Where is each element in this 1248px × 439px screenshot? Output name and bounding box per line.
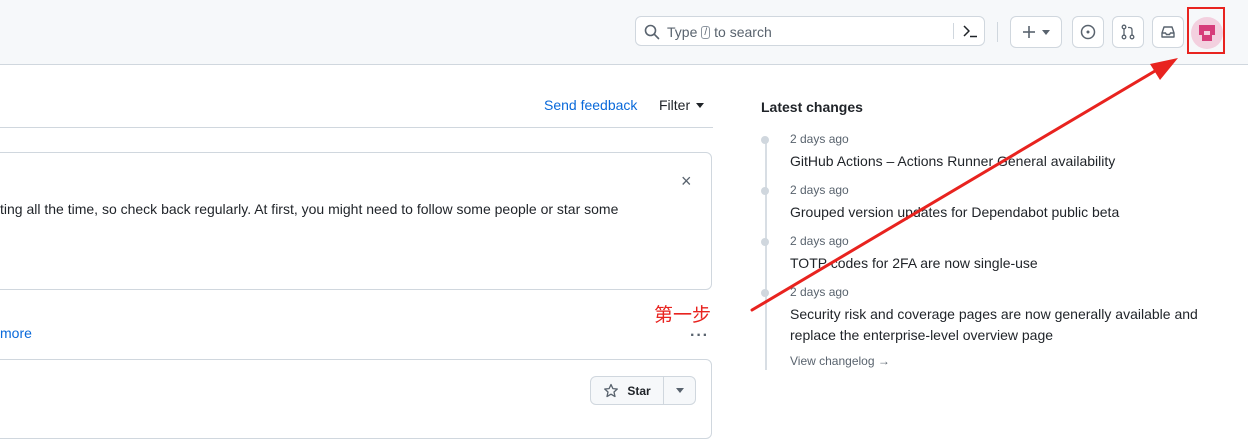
changelog-item: 2 days ago TOTP codes for 2FA are now si… bbox=[761, 234, 1201, 274]
inbox-button[interactable] bbox=[1152, 16, 1184, 48]
close-icon[interactable]: × bbox=[681, 172, 692, 190]
command-palette-icon[interactable] bbox=[962, 23, 978, 39]
changelog-time: 2 days ago bbox=[790, 234, 849, 248]
notice-text: ting all the time, so check back regular… bbox=[0, 201, 619, 217]
changelog-item: 2 days ago GitHub Actions – Actions Runn… bbox=[761, 132, 1201, 172]
star-dropdown-button[interactable] bbox=[664, 376, 696, 405]
latest-changes-heading: Latest changes bbox=[761, 99, 863, 115]
annotation-step-label: 第一步 bbox=[654, 304, 712, 326]
inbox-icon bbox=[1161, 26, 1175, 38]
annotation-highlight-box bbox=[1187, 7, 1225, 54]
create-new-button[interactable] bbox=[1010, 16, 1062, 48]
changelog-time: 2 days ago bbox=[790, 183, 849, 197]
plus-icon bbox=[1023, 26, 1035, 38]
changelog-title-link[interactable]: Grouped version updates for Dependabot p… bbox=[790, 202, 1200, 223]
header-separator bbox=[997, 22, 998, 42]
star-button-group: Star bbox=[590, 376, 696, 405]
send-feedback-link[interactable]: Send feedback bbox=[544, 97, 637, 113]
issues-icon bbox=[1080, 24, 1096, 40]
chevron-down-icon bbox=[675, 388, 684, 393]
filter-label: Filter bbox=[659, 97, 691, 113]
star-icon bbox=[604, 383, 619, 397]
timeline-dot bbox=[761, 187, 769, 195]
star-button[interactable]: Star bbox=[590, 376, 664, 405]
search-placeholder: Type / to search bbox=[667, 24, 772, 40]
view-changelog-link[interactable]: View changelog → bbox=[790, 354, 890, 368]
chevron-down-icon bbox=[1042, 29, 1050, 35]
timeline-dot bbox=[761, 289, 769, 297]
welcome-notice-card bbox=[0, 152, 712, 290]
filter-button[interactable]: Filter bbox=[659, 97, 705, 113]
changelog-time: 2 days ago bbox=[790, 132, 849, 146]
changelog-title-link[interactable]: Security risk and coverage pages are now… bbox=[790, 304, 1200, 346]
slash-key-hint: / bbox=[701, 25, 711, 39]
timeline-dot bbox=[761, 136, 769, 144]
search-input[interactable]: Type / to search bbox=[635, 16, 985, 46]
pull-requests-button[interactable] bbox=[1112, 16, 1144, 48]
changelog-title-link[interactable]: TOTP codes for 2FA are now single-use bbox=[790, 253, 1200, 274]
more-link[interactable]: more bbox=[0, 325, 32, 341]
feed-divider bbox=[0, 127, 713, 128]
star-label: Star bbox=[627, 383, 651, 398]
pull-request-icon bbox=[1121, 24, 1135, 40]
timeline-dot bbox=[761, 238, 769, 246]
chevron-down-icon bbox=[696, 102, 705, 108]
changelog-item: 2 days ago Security risk and coverage pa… bbox=[761, 285, 1201, 347]
search-icon bbox=[644, 24, 660, 40]
kebab-menu-icon[interactable]: ··· bbox=[690, 328, 709, 344]
issues-button[interactable] bbox=[1072, 16, 1104, 48]
changelog-time: 2 days ago bbox=[790, 285, 849, 299]
changelog-title-link[interactable]: GitHub Actions – Actions Runner General … bbox=[790, 151, 1200, 172]
search-divider bbox=[953, 23, 954, 39]
changelog-item: 2 days ago Grouped version updates for D… bbox=[761, 183, 1201, 223]
